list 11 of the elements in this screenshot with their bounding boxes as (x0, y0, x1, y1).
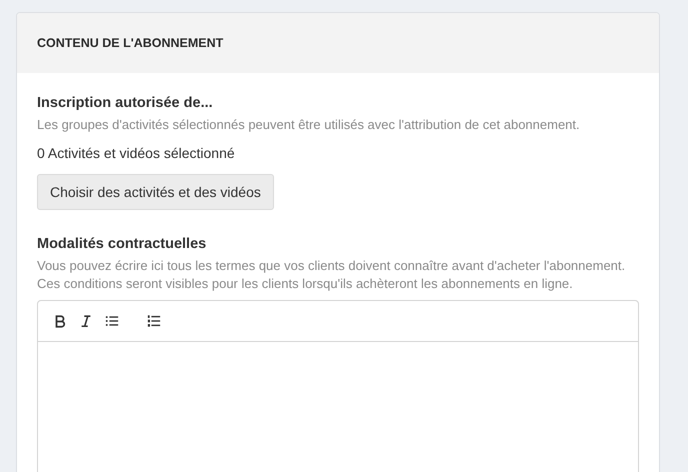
section-heading: Inscription autorisée de... (37, 95, 213, 111)
selection-count: 0 Activités et vidéos sélectionné (37, 144, 235, 160)
choose-button[interactable]: Choisir des activités et des vidéos (37, 174, 274, 210)
section-heading: Modalités contractuelles (37, 236, 206, 252)
section-description: Vous pouvez écrire ici tous les termes que vos clients doivent connaître avant d'acheter l'abonnement. Ces conditions seront visibles pour les clients lorsqu'ils achèteront les abonnements en ligne. (37, 256, 626, 293)
italic-icon[interactable] (79, 314, 93, 328)
section-description: Les groupes d'activités sélectionnés peuvent être utilisés avec l'attribution de cet abonnement. (37, 116, 580, 134)
numbered-list-icon[interactable] (147, 314, 161, 328)
card-title: CONTENU DE L'ABONNEMENT (37, 36, 224, 50)
bold-icon[interactable] (53, 314, 67, 328)
bullet-list-icon[interactable] (105, 314, 119, 328)
